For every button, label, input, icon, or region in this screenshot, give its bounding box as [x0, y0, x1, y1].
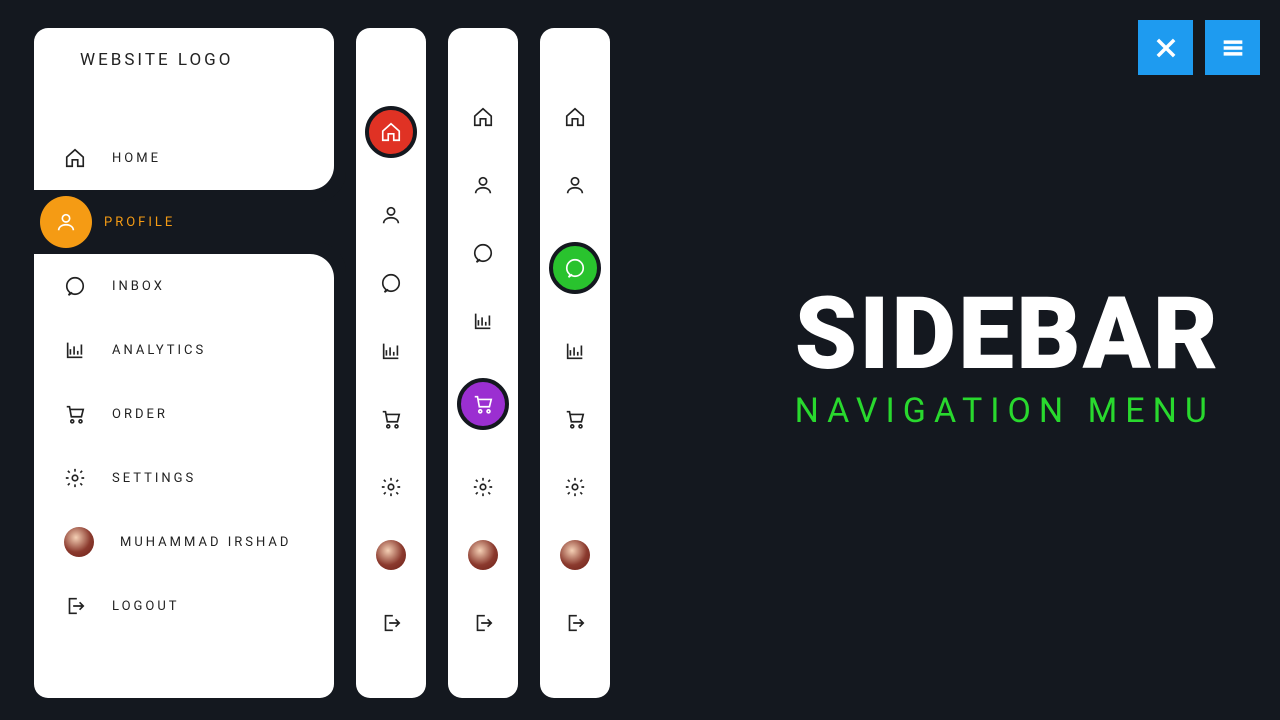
apple-logo-icon	[448, 28, 518, 50]
mini-item-inbox[interactable]	[540, 238, 610, 298]
mini-item-profile[interactable]	[540, 170, 610, 200]
sidebar-mini-2	[448, 28, 518, 698]
mini-item-user[interactable]	[448, 540, 518, 570]
mini-item-analytics[interactable]	[356, 336, 426, 366]
avatar	[468, 540, 498, 570]
chat-icon	[380, 272, 402, 294]
mini-item-home[interactable]	[356, 102, 426, 162]
sidebar-item-label: ORDER	[112, 407, 168, 422]
sidebar-item-label: HOME	[112, 151, 161, 166]
gear-icon	[64, 467, 86, 489]
avatar	[64, 527, 94, 557]
apple-logo-icon	[540, 28, 610, 50]
user-icon	[380, 204, 402, 226]
mini-item-home[interactable]	[448, 102, 518, 132]
mini-item-logout[interactable]	[356, 608, 426, 638]
mini-item-profile[interactable]	[448, 170, 518, 200]
home-icon	[380, 121, 402, 143]
avatar	[376, 540, 406, 570]
mini-item-home[interactable]	[540, 102, 610, 132]
sidebar-item-label: SETTINGS	[112, 471, 196, 486]
mini-item-inbox[interactable]	[448, 238, 518, 268]
mini-item-settings[interactable]	[448, 472, 518, 502]
sidebar-item-label: ANALYTICS	[112, 343, 206, 358]
home-icon	[64, 147, 86, 169]
gear-icon	[472, 476, 494, 498]
avatar	[560, 540, 590, 570]
mini-item-inbox[interactable]	[356, 268, 426, 298]
chart-icon	[380, 340, 402, 362]
sidebar-item-label: MUHAMMAD IRSHAD	[120, 535, 291, 550]
mini-item-analytics[interactable]	[448, 306, 518, 336]
chat-icon	[472, 242, 494, 264]
apple-logo-icon	[356, 28, 426, 50]
mini-item-order[interactable]	[448, 374, 518, 434]
mini-item-order[interactable]	[540, 404, 610, 434]
gear-icon	[564, 476, 586, 498]
logout-icon	[472, 612, 494, 634]
sidebar-item-order[interactable]: ORDER	[34, 382, 334, 446]
logout-icon	[380, 612, 402, 634]
sidebar-item-analytics[interactable]: ANALYTICS	[34, 318, 334, 382]
cart-icon	[64, 403, 86, 425]
sidebar-item-logout[interactable]: LOGOUT	[34, 574, 334, 638]
menu-button[interactable]	[1205, 20, 1260, 75]
mini-item-logout[interactable]	[540, 608, 610, 638]
chart-icon	[564, 340, 586, 362]
mini-item-logout[interactable]	[448, 608, 518, 638]
sidebar-mini-3	[540, 28, 610, 698]
mini-item-profile[interactable]	[356, 200, 426, 230]
close-button[interactable]	[1138, 20, 1193, 75]
cart-icon	[380, 408, 402, 430]
cart-icon	[472, 393, 494, 415]
sidebar-item-profile[interactable]: PROFILE	[34, 190, 334, 254]
sidebar-item-settings[interactable]: SETTINGS	[34, 446, 334, 510]
sidebar-item-label: PROFILE	[104, 215, 175, 230]
chart-icon	[472, 310, 494, 332]
sidebar-item-inbox[interactable]: INBOX	[34, 254, 334, 318]
home-icon	[564, 106, 586, 128]
mini-item-user[interactable]	[540, 540, 610, 570]
cart-icon	[564, 408, 586, 430]
user-icon	[55, 211, 77, 233]
sidebar-item-home[interactable]: HOME	[34, 126, 334, 190]
chart-icon	[64, 339, 86, 361]
sidebar-mini-1	[356, 28, 426, 698]
mini-item-user[interactable]	[356, 540, 426, 570]
user-icon	[564, 174, 586, 196]
sidebar-item-user[interactable]: MUHAMMAD IRSHAD	[34, 510, 334, 574]
headline-subtitle: NAVIGATION MENU	[795, 391, 1220, 431]
brand[interactable]: WEBSITE LOGO	[34, 28, 334, 80]
mini-item-analytics[interactable]	[540, 336, 610, 366]
sidebar-expanded: WEBSITE LOGO HOME PROFILE INBOX ANALYTI	[34, 28, 334, 698]
brand-label: WEBSITE LOGO	[80, 50, 233, 70]
active-indicator	[40, 196, 92, 248]
gear-icon	[380, 476, 402, 498]
close-icon	[1152, 34, 1180, 62]
mini-item-settings[interactable]	[540, 472, 610, 502]
home-icon	[472, 106, 494, 128]
headline: SIDEBAR NAVIGATION MENU	[795, 285, 1220, 431]
chat-icon	[564, 257, 586, 279]
user-icon	[472, 174, 494, 196]
headline-title: SIDEBAR	[795, 285, 1220, 385]
sidebar-item-label: INBOX	[112, 279, 165, 294]
mini-item-order[interactable]	[356, 404, 426, 434]
hamburger-icon	[1219, 34, 1247, 62]
logout-icon	[564, 612, 586, 634]
logout-icon	[64, 595, 86, 617]
mini-item-settings[interactable]	[356, 472, 426, 502]
sidebar-item-label: LOGOUT	[112, 599, 180, 614]
chat-icon	[64, 275, 86, 297]
